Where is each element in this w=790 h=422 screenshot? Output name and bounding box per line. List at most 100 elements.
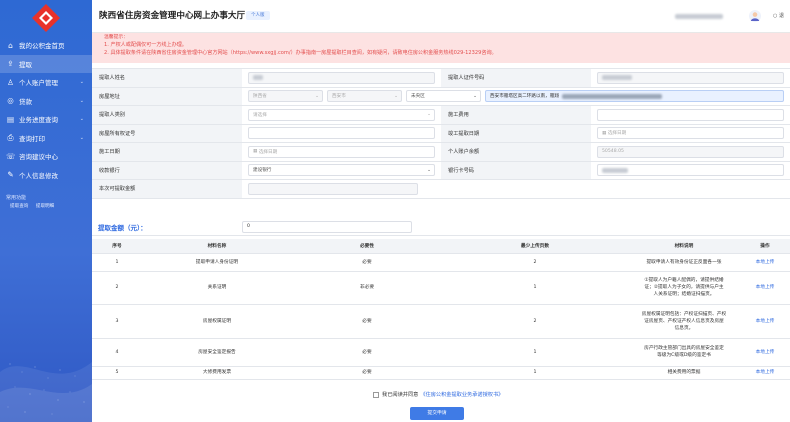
top-bar: 陕西省住房资金管理中心网上办事大厅 个人版 ○ 退 [92,0,790,33]
chevron-down-icon: ⌄ [315,93,319,99]
row-no: 5 [92,366,142,380]
col-min-pages: 最少上传页数 [442,239,628,254]
sidebar-item-withdraw[interactable]: ⇪ 提取 [0,54,92,73]
decorative-wave [0,362,92,422]
agree-link[interactable]: 《住房公积金提取业务承诺授权书》 [420,391,503,398]
row-description: 提取申请人有效身份证正反面各一张 [628,253,740,272]
sidebar-item-print[interactable]: ⎙ 查询打印 ⌄ [0,129,92,148]
row-required: 必要 [292,253,442,272]
card-number-input[interactable] [597,164,784,177]
sidebar-item-label: 查询打印 [19,134,45,143]
chevron-down-icon: ⌄ [79,97,84,104]
applicant-id-label: 提取人证件号码 [441,69,591,87]
table-row: 1 提取申请人身份证明 必要 2 提取申请人有效身份证正反面各一张 本地上传 [92,253,790,272]
withdraw-amount-input[interactable]: 0 [242,220,412,233]
row-required: 必要 [292,338,442,367]
row-required: 必要 [292,366,442,380]
applicant-id-input [597,71,784,84]
row-description-line: 信息页。 [674,325,694,331]
row-name: 关系证明 [142,271,292,305]
row-name: 房屋安全鉴定报告 [142,338,292,367]
upload-button[interactable]: 本地上传 [756,350,775,355]
withdraw-amount-row: 提取金额（元）： 0 [92,218,790,236]
sidebar-item-edit[interactable]: ✎ 个人信息修改 [0,166,92,185]
withdraw-form: 提取人姓名 提取人证件号码 房屋地址 陕西省 ⌄ 西安市 ⌄ 未央区 ⌄ 西安市雁塔区… [92,68,790,199]
logo-icon [32,4,60,32]
quick-link-withdraw-query[interactable]: 提取查询 [10,204,28,209]
address-detail-input[interactable]: 西安市雁塔区高二环路以南，雁翔 [485,90,784,103]
table-row: 2 关系证明 非必要 1 ①提取人为户籍人配偶的，请提供结婚 证；②提取人为子女的，请提供… [92,271,790,305]
row-description-line: 房屋权属证明包括：产权证扫描页、产权 [641,311,727,317]
withdrawable-amount-value [248,182,418,195]
sidebar: ⌂ 我的公积金首页 ⇪ 提取 ♙ 个人账户管理 ⌄ ◎ 贷款 ⌄ ▤ 业务进度查询 ⌄ ⎙ 查询打印 ⌄ ☏ 咨询… [0,0,92,422]
city-select[interactable]: 西安市 ⌄ [327,90,402,103]
row-description-line: 人关系证明；结婚证扫描页。 [653,292,715,297]
notice-line-1: 1. 产权人或配偶仅可一方线上办理。 [104,42,187,48]
sidebar-item-label: 业务进度查询 [19,116,58,125]
row-no: 1 [92,253,142,272]
user-icon: ♙ [7,77,14,87]
row-name: 大修费用发票 [142,366,292,380]
quick-link-withdraw-detail[interactable]: 提取明细 [36,204,54,209]
row-description-line: 提取申请人有效身份证正反面各一张 [646,259,722,265]
submit-button[interactable]: 提交申请 [410,407,464,420]
sidebar-menu: ⌂ 我的公积金首页 ⇪ 提取 ♙ 个人账户管理 ⌄ ◎ 贷款 ⌄ ▤ 业务进度查询 ⌄ ⎙ 查询打印 ⌄ ☏ 咨询… [0,36,92,184]
progress-icon: ▤ [6,114,15,124]
row-description-line: 等级为C级或D级的鉴定书 [657,353,711,358]
applicant-type-label: 提取人类别 [92,106,242,124]
sidebar-item-user[interactable]: ♙ 个人账户管理 ⌄ [0,73,92,92]
sidebar-item-label: 个人账户管理 [19,79,58,88]
bank-select[interactable]: 建设银行 ⌄ [248,164,435,177]
ownership-cert-label: 房屋所有权证号 [92,124,242,142]
sidebar-item-consult[interactable]: ☏ 咨询建议中心 [0,147,92,166]
edit-icon: ✎ [7,170,14,180]
chevron-down-icon: ⌄ [427,167,431,173]
table-header-row: 序号 材料名称 必要性 最少上传页数 材料说明 操作 [92,239,790,254]
sidebar-item-home[interactable]: ⌂ 我的公积金首页 [0,36,92,55]
chevron-down-icon: ⌄ [427,112,431,118]
print-icon: ⎙ [7,132,14,142]
row-description: ①提取人为户籍人配偶的，请提供结婚 证；②提取人为子女的，请提供与户主 人关系证明；… [628,271,740,305]
account-balance-value: 50548.05 [597,145,784,158]
notice-line-2: 2. 具体提取条件请在陕西省住房资金管理中心官方网站（https://www.s… [104,50,497,56]
upload-button[interactable]: 本地上传 [756,319,775,324]
applicant-type-select[interactable]: 请选择 ⌄ [248,108,435,121]
ownership-cert-input[interactable] [248,127,435,140]
row-description: 相关费用的票据 [628,366,740,380]
row-name: 提取申请人身份证明 [142,253,292,272]
col-action: 操作 [740,239,790,254]
sidebar-item-loan[interactable]: ◎ 贷款 ⌄ [0,92,92,111]
withdrawable-amount-label: 本次可提取金额 [92,180,242,198]
col-name: 材料名称 [142,239,292,254]
avatar[interactable] [749,10,761,22]
chevron-down-icon: ⌄ [394,93,398,99]
row-description-line: 房产行政主管部门出具的房屋安全鉴定 [644,346,724,351]
row-no: 3 [92,304,142,339]
row-no: 2 [92,271,142,305]
table-row: 3 房屋权属证明 必要 2 房屋权属证明包括：产权证扫描页、产权 证房屋页、产权证产权人信… [92,304,790,339]
col-no: 序号 [92,239,142,254]
app-title: 陕西省住房资金管理中心网上办事大厅 [99,11,246,21]
logout-link[interactable]: ○ 退 [773,12,784,19]
quick-links: 提取查询 提取明细 [10,203,92,209]
province-select[interactable]: 陕西省 ⌄ [248,90,323,103]
account-balance-label: 个人账户余额 [441,143,591,161]
construction-fee-label: 施工费用 [441,106,591,124]
notice-banner: 温馨提示： 1. 产权人或配偶仅可一方线上办理。 2. 具体提取条件请在陕西省住… [92,33,790,63]
sidebar-item-progress[interactable]: ▤ 业务进度查询 ⌄ [0,110,92,129]
agree-checkbox[interactable] [373,391,379,398]
agree-text: 我已阅读并同意 [382,392,419,398]
sidebar-item-label: 咨询建议中心 [19,153,58,162]
upload-button[interactable]: 本地上传 [756,285,775,290]
upload-button[interactable]: 本地上传 [756,370,775,375]
district-select[interactable]: 未央区 ⌄ [406,90,481,103]
construction-date-picker[interactable]: ▦ 选择日期 [248,145,435,158]
col-description: 材料说明 [628,239,740,254]
upload-button[interactable]: 本地上传 [756,260,775,265]
logo [0,0,92,36]
row-description: 房屋权属证明包括：产权证扫描页、产权 证房屋页、产权证产权人信息页及房屋 信息页。 [628,304,740,339]
row-no: 4 [92,338,142,367]
completion-date-picker[interactable]: ▦ 选择日期 [597,127,784,140]
documents-table: 序号 材料名称 必要性 最少上传页数 材料说明 操作 1 提取申请人身份证明 必要 2… [92,239,790,380]
construction-fee-input[interactable] [597,108,784,121]
